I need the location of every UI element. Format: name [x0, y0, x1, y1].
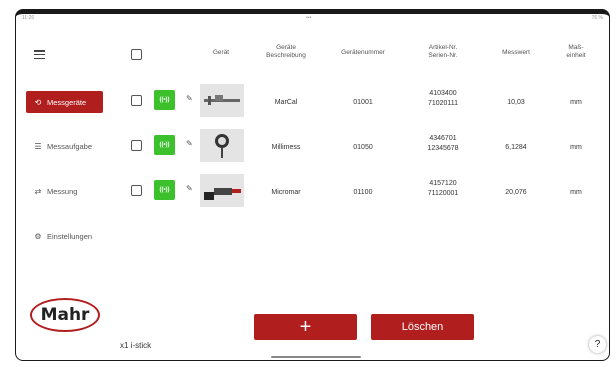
- header-unit: Maß- einheit: [566, 44, 586, 59]
- row-description: Millimess: [271, 144, 301, 151]
- row-unit: mm: [570, 99, 582, 106]
- header-description: Geräte Beschreibung: [266, 44, 306, 59]
- header-article: Artikel-Nr. Serien-Nr.: [428, 44, 458, 59]
- sidebar-item-label: Messgeräte: [47, 97, 87, 107]
- row-value: 20,076: [505, 189, 527, 196]
- row-article: 4103400 71020111: [427, 90, 459, 107]
- home-indicator: [271, 356, 361, 358]
- add-button[interactable]: +: [254, 314, 357, 340]
- row-value: 10,03: [507, 99, 525, 106]
- row-checkbox[interactable]: [131, 95, 142, 106]
- arrows-icon: ⇄: [34, 186, 42, 196]
- tablet-screen: 11:26 ••• 76 % ⟲ Messgeräte ☰ Messaufgab…: [15, 9, 610, 361]
- row-description: Micromar: [271, 189, 301, 196]
- status-battery: 76 %: [591, 15, 603, 21]
- edit-pencil-icon[interactable]: ✎: [186, 94, 193, 103]
- edit-pencil-icon[interactable]: ✎: [186, 184, 193, 193]
- header-value: Messwert: [502, 49, 530, 56]
- connection-icon: ((•)): [154, 90, 175, 110]
- row-article: 4157120 71120001: [427, 180, 459, 197]
- select-all-checkbox[interactable]: [131, 49, 142, 60]
- row-value: 6,1284: [505, 144, 527, 151]
- menu-icon[interactable]: [34, 50, 45, 61]
- status-center: •••: [306, 15, 312, 21]
- row-unit: mm: [570, 144, 582, 151]
- dial-indicator-image: [200, 129, 244, 162]
- row-number: 01100: [353, 189, 373, 196]
- micrometer-icon: [204, 188, 241, 200]
- sidebar-item-messgeraete[interactable]: ⟲ Messgeräte: [26, 91, 103, 113]
- row-checkbox[interactable]: [131, 140, 142, 151]
- istick-status: x1 i-stick: [120, 341, 152, 350]
- header-number: Gerätenummer: [341, 49, 385, 56]
- sidebar-item-einstellungen[interactable]: ⚙ Einstellungen: [26, 225, 103, 247]
- sidebar-item-label: Messaufgabe: [47, 141, 93, 151]
- sidebar-item-messung[interactable]: ⇄ Messung: [26, 180, 103, 202]
- row-unit: mm: [570, 189, 582, 196]
- list-icon: ☰: [34, 141, 42, 151]
- dial-indicator-icon: [215, 134, 229, 158]
- header-device: Gerät: [212, 49, 230, 56]
- row-checkbox[interactable]: [131, 185, 142, 196]
- row-description: MarCal: [274, 99, 298, 106]
- ruler-icon: ⟲: [34, 97, 42, 107]
- caliper-image: [200, 84, 244, 117]
- row-article: 4346701 12345678: [427, 135, 459, 152]
- gear-icon: ⚙: [34, 231, 42, 241]
- delete-button[interactable]: Löschen: [371, 314, 474, 340]
- connection-icon: ((•)): [154, 135, 175, 155]
- help-button[interactable]: ?: [589, 336, 606, 353]
- sidebar-item-label: Einstellungen: [47, 231, 93, 241]
- micrometer-image: [200, 174, 244, 207]
- sidebar: ⟲ Messgeräte ☰ Messaufgabe ⇄ Messung ⚙ E…: [16, 14, 116, 360]
- sidebar-item-label: Messung: [47, 186, 78, 196]
- row-number: 01001: [353, 99, 373, 106]
- edit-pencil-icon[interactable]: ✎: [186, 139, 193, 148]
- mahr-logo: Mahr: [30, 298, 100, 332]
- sidebar-item-messaufgabe[interactable]: ☰ Messaufgabe: [26, 135, 103, 157]
- connection-icon: ((•)): [154, 180, 175, 200]
- caliper-icon: [204, 95, 240, 105]
- row-number: 01050: [353, 144, 373, 151]
